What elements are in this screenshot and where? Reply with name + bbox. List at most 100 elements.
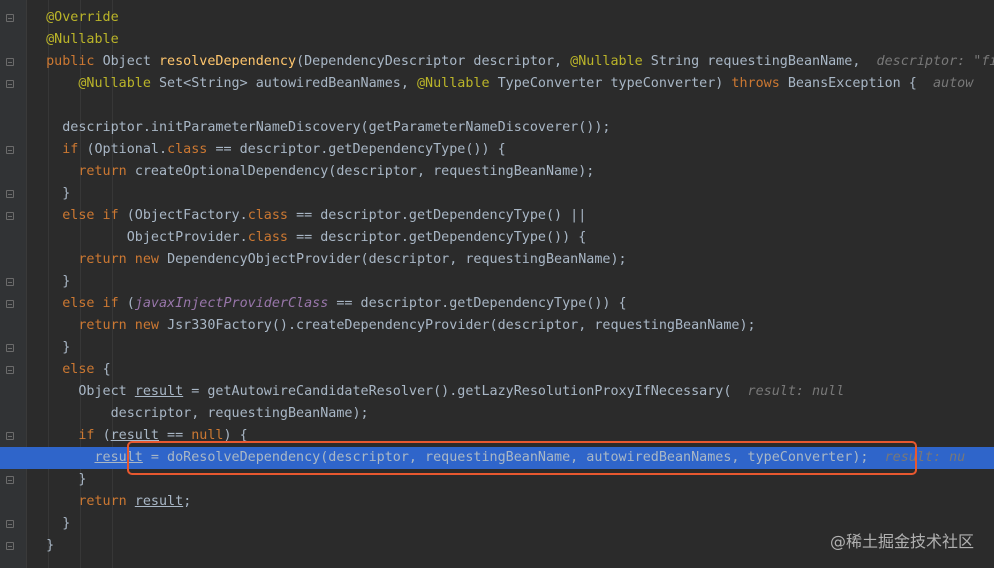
code-token: String requestingBeanName, [650,54,877,69]
code-line[interactable]: } [0,337,994,359]
code-token: @Nullable [570,54,651,69]
code-token: @Nullable [78,76,159,91]
code-token: return [78,164,135,179]
code-line[interactable]: ObjectProvider.class == descriptor.getDe… [0,227,994,249]
code-line[interactable]: return new Jsr330Factory().createDepende… [0,315,994,337]
highlight-callout [127,441,917,475]
inline-debug-hint: autow [932,76,974,91]
code-token: descriptor.initParameterNameDiscovery(ge… [62,120,611,135]
code-token: } [62,516,71,531]
code-token: else if [62,208,127,223]
code-token: if [78,428,103,443]
code-token: result [134,384,184,399]
code-token: == descriptor.getDependencyType() || [296,208,587,223]
code-token: return new [78,318,168,333]
code-token: BeansException { [787,76,933,91]
code-token: (ObjectFactory. [126,208,248,223]
code-line[interactable]: @Nullable Set<String> autowiredBeanNames… [0,73,994,95]
code-token: ( [102,428,111,443]
code-token: { [102,362,111,377]
code-token: } [46,538,55,553]
code-token: ( [126,296,135,311]
code-token: } [62,186,71,201]
code-token: @Override [46,10,119,25]
code-token: javaxInjectProviderClass [134,296,329,311]
code-token: resolveDependency [159,54,297,69]
code-token: TypeConverter typeConverter) [497,76,732,91]
code-token: == descriptor.getDependencyType()) { [215,142,506,157]
code-line[interactable]: descriptor, requestingBeanName); [0,403,994,425]
code-token: ObjectProvider. [126,230,248,245]
code-token: else [62,362,103,377]
code-token: class [167,142,216,157]
code-token: class [247,208,297,223]
code-line[interactable]: descriptor.initParameterNameDiscovery(ge… [0,117,994,139]
code-token: Jsr330Factory().createDependencyProvider… [167,318,756,333]
code-token: createOptionalDependency(descriptor, req… [134,164,595,179]
code-line[interactable]: else if (ObjectFactory.class == descript… [0,205,994,227]
code-line[interactable]: return result; [0,491,994,513]
code-token: result [134,494,184,509]
code-token: (DependencyDescriptor descriptor, [296,54,571,69]
code-token: (Optional. [86,142,168,157]
code-line[interactable]: @Override [0,7,994,29]
code-token: } [78,472,87,487]
code-token: } [62,340,71,355]
watermark: @稀土掘金技术社区 [829,532,974,551]
code-token: Object [78,384,135,399]
code-token: == descriptor.getDependencyType()) { [328,296,627,311]
code-token: @Nullable [416,76,498,91]
code-line[interactable] [0,95,994,117]
code-line[interactable]: } [0,271,994,293]
code-token: Set<String> autowiredBeanNames, [159,76,417,91]
code-token: if [62,142,87,157]
code-token: == descriptor.getDependencyType()) { [296,230,587,245]
code-token: } [62,274,71,289]
code-token: else if [62,296,127,311]
code-token: public [46,54,103,69]
code-line[interactable]: } [0,183,994,205]
code-token: throws [731,76,788,91]
code-line[interactable]: public Object resolveDependency(Dependen… [0,51,994,73]
code-line[interactable]: else if (javaxInjectProviderClass == des… [0,293,994,315]
code-token: = getAutowireCandidateResolver().getLazy… [183,384,748,399]
code-line[interactable]: if (Optional.class == descriptor.getDepe… [0,139,994,161]
inline-debug-hint: descriptor: "fie [876,54,994,69]
code-line[interactable]: else { [0,359,994,381]
code-line[interactable]: return new DependencyObjectProvider(desc… [0,249,994,271]
code-token: @Nullable [46,32,119,47]
code-line[interactable]: Object result = getAutowireCandidateReso… [0,381,994,403]
code-token: DependencyObjectProvider(descriptor, req… [167,252,627,267]
code-token: return [78,494,135,509]
code-token: descriptor, requestingBeanName); [110,406,369,421]
code-line[interactable]: return createOptionalDependency(descript… [0,161,994,183]
code-line[interactable]: @Nullable [0,29,994,51]
code-token: return new [78,252,168,267]
code-token: class [247,230,297,245]
code-token: Object [102,54,159,69]
